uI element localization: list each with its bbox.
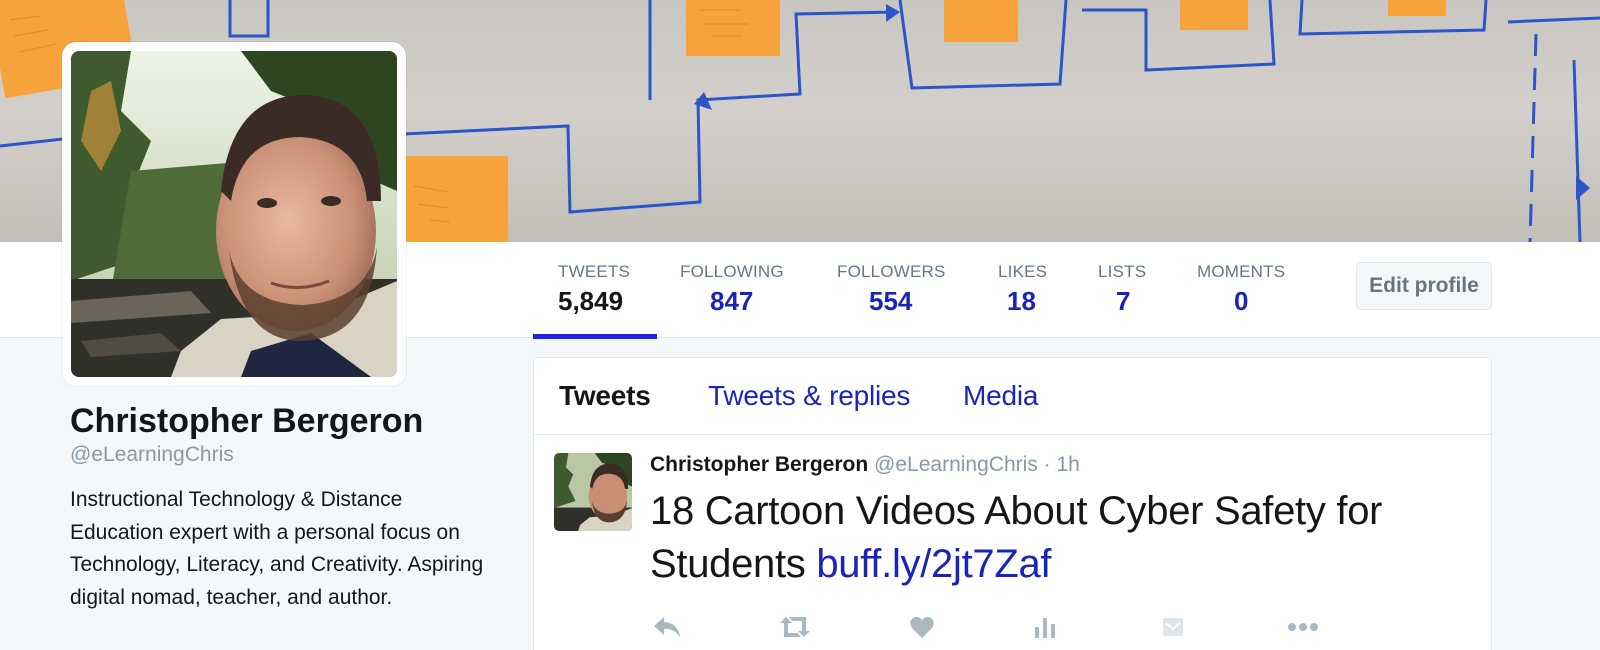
profile-name[interactable]: Christopher Bergeron (70, 402, 423, 441)
stat-value: 5,849 (558, 286, 624, 316)
profile-avatar[interactable] (62, 42, 406, 386)
tweet-author-name[interactable]: Christopher Bergeron (650, 453, 868, 476)
profile-bio: Instructional Technology & Distance Educ… (70, 488, 484, 609)
stat-value: 7 (1116, 286, 1131, 316)
like-icon[interactable] (905, 613, 939, 641)
more-icon[interactable] (1286, 613, 1320, 641)
tab-media[interactable]: Media (963, 380, 1038, 412)
reply-icon[interactable] (650, 613, 684, 641)
tweet-header: Christopher Bergeron @eLearningChris · 1… (650, 453, 1080, 477)
stat-following[interactable]: FOLLOWING 847 (680, 262, 784, 317)
tweet-avatar[interactable] (554, 453, 632, 531)
tweet-link[interactable]: buff.ly/2jt7Zaf (816, 542, 1051, 586)
stat-value: 0 (1234, 286, 1249, 316)
stat-value: 18 (1007, 286, 1036, 316)
stat-followers[interactable]: FOLLOWERS 554 (837, 262, 946, 317)
stat-value: 847 (710, 286, 754, 316)
tweet-item[interactable]: Christopher Bergeron @eLearningChris · 1… (534, 435, 1491, 650)
stat-lists[interactable]: LISTS 7 (1098, 262, 1146, 317)
tab-tweets[interactable]: Tweets (559, 380, 651, 412)
stat-tweets[interactable]: TWEETS 5,849 (558, 262, 630, 317)
tweet-actions (650, 613, 1350, 643)
timeline-card: Tweets Tweets & replies Media Christophe… (533, 357, 1492, 650)
stat-label: LISTS (1098, 262, 1147, 281)
edit-profile-button[interactable]: Edit profile (1356, 262, 1492, 310)
stat-label: MOMENTS (1197, 262, 1286, 281)
tweet-author-handle[interactable]: @eLearningChris (874, 453, 1038, 476)
stat-label: LIKES (998, 262, 1048, 281)
tweet-text: 18 Cartoon Videos About Cyber Safety for… (650, 485, 1450, 591)
retweet-icon[interactable] (778, 613, 812, 641)
avatar-photo (71, 51, 397, 377)
timeline-tabs: Tweets Tweets & replies Media (534, 358, 1491, 435)
stat-label: TWEETS (558, 262, 631, 281)
stat-value: 554 (869, 286, 913, 316)
stat-moments[interactable]: MOMENTS 0 (1197, 262, 1285, 317)
stat-label: FOLLOWING (680, 262, 784, 281)
active-stat-underline (533, 334, 657, 339)
dm-icon[interactable] (1156, 613, 1190, 641)
profile-handle[interactable]: @eLearningChris (70, 443, 234, 467)
tab-tweets-and-replies[interactable]: Tweets & replies (708, 380, 910, 412)
stat-likes[interactable]: LIKES 18 (998, 262, 1047, 317)
analytics-icon[interactable] (1028, 613, 1062, 641)
tweet-timestamp[interactable]: · 1h (1044, 453, 1080, 476)
stat-label: FOLLOWERS (837, 262, 946, 281)
